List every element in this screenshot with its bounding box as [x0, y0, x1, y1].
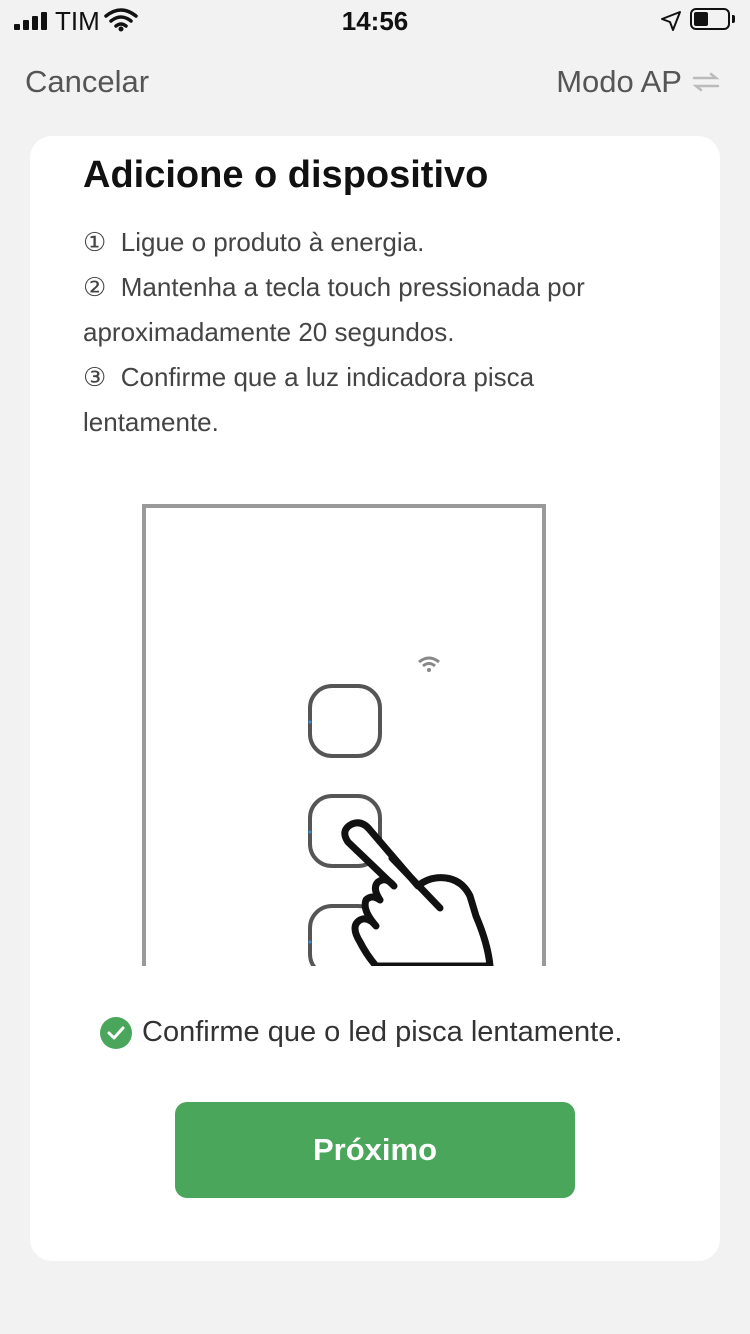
step-text: Confirme que a luz indicadora pisca lent… — [83, 362, 535, 437]
confirm-led-checkbox[interactable]: Confirme que o led pisca lentamente. — [100, 1016, 622, 1049]
check-circle-icon — [100, 1016, 132, 1049]
step-text: Mantenha a tecla touch pressionada por a… — [83, 272, 585, 347]
status-bar: TIM 14:56 — [0, 0, 750, 40]
confirm-led-label: Confirme que o led pisca lentamente. — [142, 1016, 623, 1048]
touch-switch-illustration — [142, 504, 546, 966]
status-time: 14:56 — [341, 6, 409, 36]
location-arrow-icon — [661, 11, 681, 31]
page-title: Adicione o dispositivo — [83, 154, 489, 196]
next-button[interactable]: Próximo — [175, 1102, 575, 1198]
ap-mode-label: Modo AP — [556, 64, 682, 99]
cancel-button[interactable]: Cancelar — [25, 64, 149, 100]
step-item: ③ Confirme que a luz indicadora pisca le… — [83, 355, 643, 445]
add-device-card: Adicione o dispositivo ① Ligue o produto… — [30, 136, 720, 1261]
step-item: ② Mantenha a tecla touch pressionada por… — [83, 265, 643, 355]
step-number: ③ — [83, 362, 107, 392]
step-text: Ligue o produto à energia. — [120, 227, 425, 257]
step-number: ① — [83, 227, 107, 257]
ap-mode-switch[interactable]: Modo AP — [556, 64, 720, 100]
switch-panel — [142, 504, 546, 966]
battery-icon — [690, 8, 736, 32]
step-number: ② — [83, 272, 107, 302]
step-item: ① Ligue o produto à energia. — [83, 220, 643, 265]
instruction-steps: ① Ligue o produto à energia. ② Mantenha … — [83, 220, 643, 445]
swap-arrows-icon — [692, 72, 720, 92]
